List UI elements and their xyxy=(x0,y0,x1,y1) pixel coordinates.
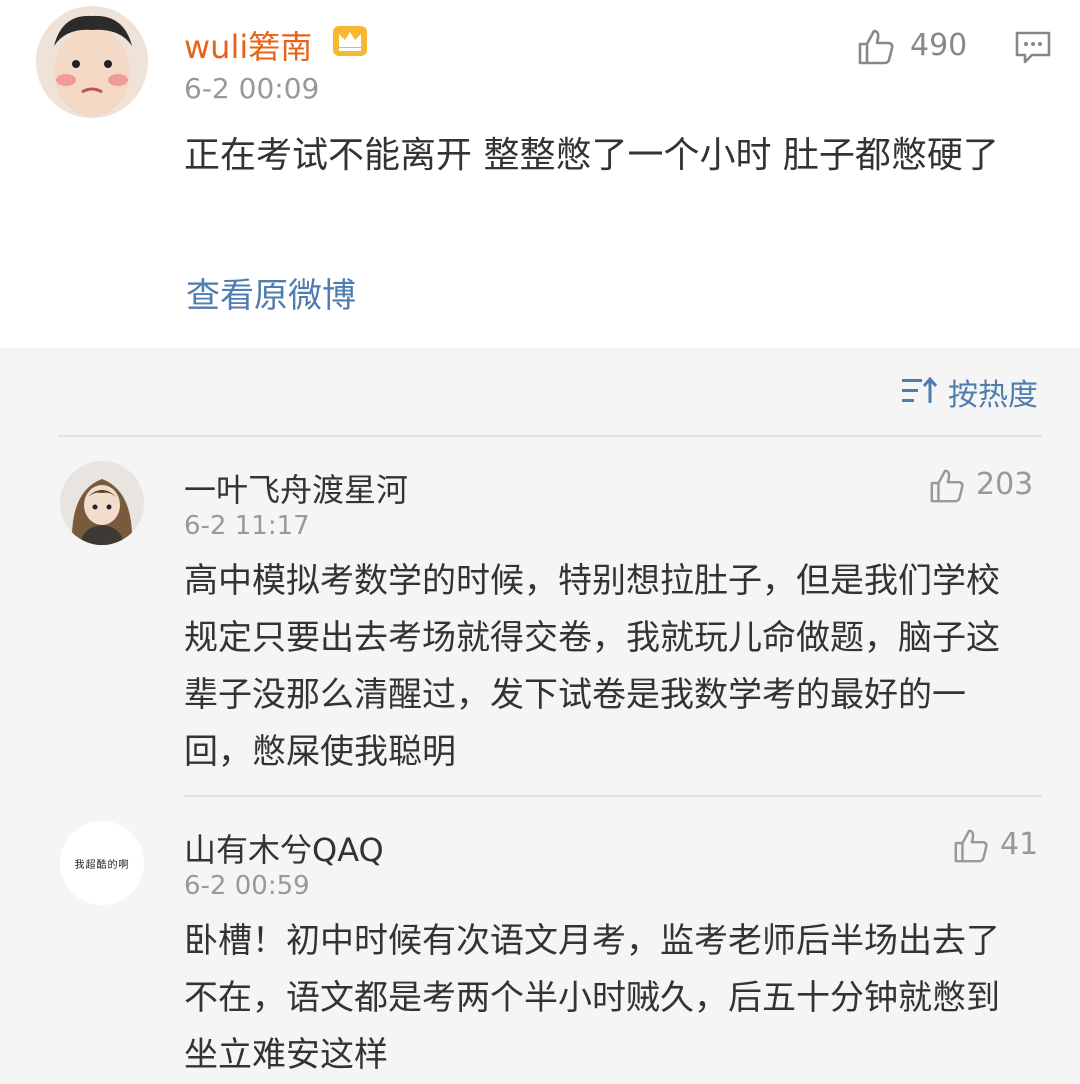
post-like-count: 490 xyxy=(910,28,968,63)
comment-like-count: 203 xyxy=(976,467,1034,502)
sort-bar: 按热度 xyxy=(0,348,1080,436)
post-text: 正在考试不能离开 整整憋了一个小时 肚子都憋硬了 xyxy=(184,135,999,176)
comment-icon[interactable] xyxy=(1014,30,1052,66)
view-original-link[interactable]: 查看原微博 xyxy=(186,268,356,317)
post-author-avatar[interactable] xyxy=(36,6,148,118)
sort-icon[interactable] xyxy=(902,376,938,406)
comment-item: 我超酷的啊 山有木兮QAQ 6-2 00:59 41 卧槽！初中时候有次语文月考… xyxy=(0,797,1080,1075)
sort-by-hot-button[interactable]: 按热度 xyxy=(948,370,1038,414)
thumbs-up-icon[interactable] xyxy=(928,467,966,505)
avatar-text: 我超酷的啊 xyxy=(74,859,130,871)
comment-author-name[interactable]: 一叶飞舟渡星河 xyxy=(184,465,408,511)
post-time: 6-2 00:09 xyxy=(184,72,320,105)
meme-face-avatar-icon xyxy=(36,6,148,118)
crown-icon xyxy=(333,26,367,56)
post-author-name[interactable]: wuli箬南 xyxy=(184,22,312,68)
comment-item: 一叶飞舟渡星河 6-2 11:17 203 高中模拟考数学的时候，特别想拉肚子，… xyxy=(0,437,1080,795)
comment-time: 6-2 11:17 xyxy=(184,511,310,541)
original-post: wuli箬南 6-2 00:09 490 正在考试不能离开 整整憋了一个小时 肚… xyxy=(0,0,1080,348)
thumbs-up-icon[interactable] xyxy=(856,27,896,67)
anime-girl-avatar-icon xyxy=(60,461,144,545)
comment-author-avatar[interactable]: 我超酷的啊 xyxy=(60,821,144,905)
comment-author-name[interactable]: 山有木兮QAQ xyxy=(184,825,384,871)
comment-text: 高中模拟考数学的时候，特别想拉肚子，但是我们学校规定只要出去考场就得交卷，我就玩… xyxy=(184,561,1000,772)
comment-time: 6-2 00:59 xyxy=(184,871,310,901)
comment-like-count: 41 xyxy=(1000,827,1039,862)
thumbs-up-icon[interactable] xyxy=(952,827,990,865)
comment-text: 卧槽！初中时候有次语文月考，监考老师后半场出去了不在，语文都是考两个半小时贼久，… xyxy=(184,921,1000,1075)
comment-author-avatar[interactable] xyxy=(60,461,144,545)
